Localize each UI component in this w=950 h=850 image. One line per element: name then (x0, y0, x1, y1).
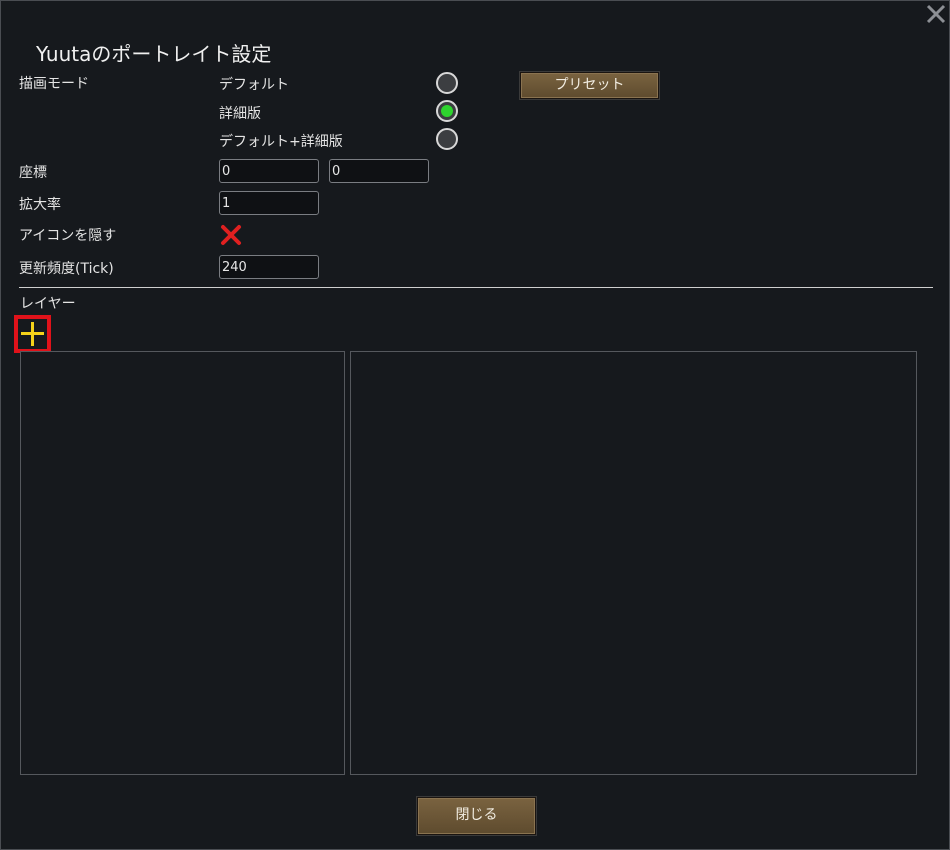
scale-input[interactable] (219, 191, 319, 215)
layers-label: レイヤー (20, 296, 76, 312)
coordinates-label: 座標 (19, 165, 47, 181)
update-frequency-input[interactable] (219, 255, 319, 279)
radio-selected-dot (441, 105, 453, 117)
coordinate-y-input[interactable] (329, 159, 429, 183)
plus-icon (21, 322, 44, 346)
dialog-title: Yuutaのポートレイト設定 (36, 42, 272, 66)
coordinate-x-input[interactable] (219, 159, 319, 183)
hide-icon-checkbox-x-icon[interactable] (220, 224, 242, 246)
render-mode-both-radio[interactable] (436, 128, 458, 150)
render-mode-option-both-label: デフォルト+詳細版 (219, 134, 343, 150)
render-mode-option-detailed-label: 詳細版 (219, 106, 261, 122)
portrait-settings-dialog: Yuutaのポートレイト設定 描画モード デフォルト 詳細版 デフォルト+詳細版… (0, 0, 950, 850)
layer-list-panel[interactable] (20, 351, 345, 775)
section-divider (19, 287, 933, 288)
layer-detail-panel[interactable] (350, 351, 917, 775)
render-mode-default-radio[interactable] (436, 72, 458, 94)
close-button[interactable]: 閉じる (417, 797, 536, 835)
update-frequency-label: 更新頻度(Tick) (19, 261, 114, 277)
add-layer-button[interactable] (14, 315, 51, 353)
scale-label: 拡大率 (19, 197, 61, 213)
render-mode-detailed-radio[interactable] (436, 100, 458, 122)
close-icon[interactable] (925, 3, 947, 25)
render-mode-option-default-label: デフォルト (219, 77, 289, 93)
render-mode-label: 描画モード (19, 76, 89, 92)
hide-icon-label: アイコンを隠す (19, 228, 117, 244)
preset-button[interactable]: プリセット (520, 72, 659, 99)
